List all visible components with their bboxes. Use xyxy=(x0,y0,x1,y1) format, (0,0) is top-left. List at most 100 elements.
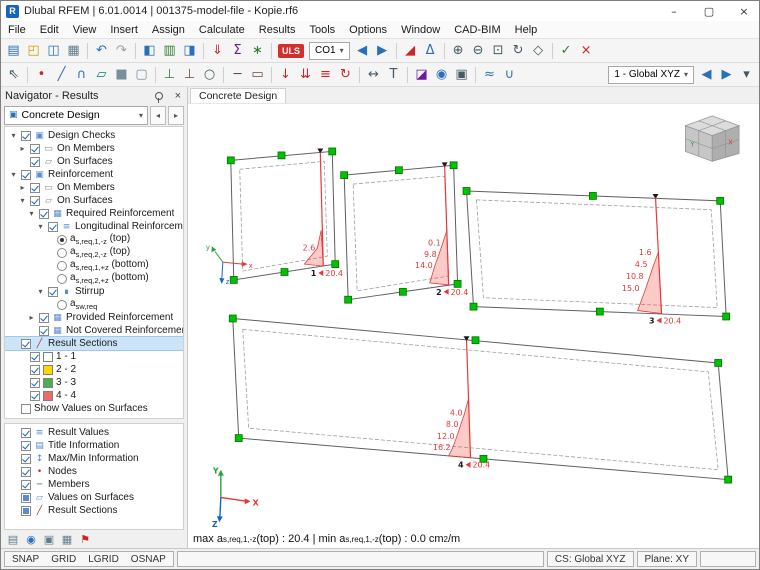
design-situation-select[interactable]: CO1▾ xyxy=(309,42,350,60)
tree-item-result-sections[interactable]: ╱Result Sections xyxy=(5,504,183,517)
show-results-icon[interactable]: ◢ xyxy=(401,41,420,60)
member-hinge-icon[interactable]: ○ xyxy=(200,65,219,84)
tree-item-provided-reinforcement[interactable]: ▸▦Provided Reinforcement xyxy=(5,311,183,324)
tree-item-a-s-req-1-z[interactable]: as,req,1,-z (top) xyxy=(5,233,183,246)
smoothing-icon[interactable]: ∪ xyxy=(500,65,519,84)
checkbox[interactable] xyxy=(21,131,31,141)
zoom-in-icon[interactable]: ⊕ xyxy=(449,41,468,60)
checkbox[interactable] xyxy=(30,391,40,401)
tree-item-not-covered-reinforcement[interactable]: ▦Not Covered Reinforcement xyxy=(5,324,183,337)
results-type-select[interactable]: ▣ Concrete Design ▾ xyxy=(4,106,148,125)
wall-panel-3[interactable] xyxy=(467,191,727,317)
previous-result-type-icon[interactable]: ◂ xyxy=(150,106,166,125)
expander-icon[interactable]: ▸ xyxy=(18,144,27,153)
marker-flag-icon[interactable]: ⚑ xyxy=(77,532,93,547)
calculate-all-icon[interactable]: ∗ xyxy=(248,41,267,60)
checkbox[interactable] xyxy=(48,287,58,297)
checkbox[interactable] xyxy=(21,441,31,451)
navigator-close-icon[interactable]: × xyxy=(173,90,183,102)
tree-item-show-values-on-surfaces[interactable]: Show Values on Surfaces xyxy=(5,402,183,415)
maximize-button[interactable]: ▢ xyxy=(694,1,724,21)
menu-results[interactable]: Results xyxy=(252,21,303,38)
previous-view-icon[interactable]: ◀ xyxy=(697,65,716,84)
area-load-icon[interactable]: ≡ xyxy=(316,65,335,84)
checkbox[interactable] xyxy=(30,196,40,206)
tree-item-a-s-req-1-z[interactable]: as,req,1,+z (bottom) xyxy=(5,259,183,272)
rotate-view-icon[interactable]: ↻ xyxy=(509,41,528,60)
toggle-snap[interactable]: SNAP xyxy=(12,554,39,565)
expander-icon[interactable]: ▸ xyxy=(27,313,36,322)
edit-pointer-icon[interactable]: ⇖ xyxy=(4,65,23,84)
solid-icon[interactable]: ■ xyxy=(112,65,131,84)
tree-item-on-surfaces[interactable]: ▾▱On Surfaces xyxy=(5,194,183,207)
result-values-icon[interactable]: Δ xyxy=(421,41,440,60)
menu-tools[interactable]: Tools xyxy=(302,21,342,38)
checkbox[interactable] xyxy=(30,157,40,167)
radio-button[interactable] xyxy=(57,300,67,310)
tree-item-stirrup[interactable]: ▾∎Stirrup xyxy=(5,285,183,298)
section-plane-icon[interactable]: ◪ xyxy=(412,65,431,84)
checkbox[interactable] xyxy=(21,170,31,180)
save-model-icon[interactable]: ◫ xyxy=(44,41,63,60)
tree-item-required-reinforcement[interactable]: ▾▦Required Reinforcement xyxy=(5,207,183,220)
close-button[interactable]: × xyxy=(729,1,759,21)
toggle-grid[interactable]: GRID xyxy=(51,554,76,565)
tree-item-values-on-surfaces[interactable]: ▱Values on Surfaces xyxy=(5,491,183,504)
checkbox[interactable] xyxy=(21,493,31,503)
expander-icon[interactable]: ▾ xyxy=(36,222,45,231)
new-model-icon[interactable]: ▤ xyxy=(4,41,23,60)
member-icon[interactable]: ─ xyxy=(228,65,247,84)
dimension-icon[interactable]: ↔ xyxy=(364,65,383,84)
visibility-icon[interactable]: ◉ xyxy=(432,65,451,84)
tree-item-title-information[interactable]: ▤Title Information xyxy=(5,439,183,452)
tree-item-longitudinal-reinforcement[interactable]: ▾≡Longitudinal Reinforcement xyxy=(5,220,183,233)
tree-item-3-3[interactable]: 3 - 3 xyxy=(5,376,183,389)
navigator-toggle-icon[interactable]: ◧ xyxy=(140,41,159,60)
tree-item-on-surfaces[interactable]: ▱On Surfaces xyxy=(5,155,183,168)
tree-item-2-2[interactable]: 2 - 2 xyxy=(5,363,183,376)
menu-view[interactable]: View xyxy=(66,21,104,38)
radio-button[interactable] xyxy=(57,248,67,258)
previous-loading-icon[interactable]: ◀ xyxy=(353,41,372,60)
checkbox[interactable] xyxy=(21,404,31,414)
checkbox[interactable] xyxy=(30,352,40,362)
radio-button[interactable] xyxy=(57,261,67,271)
menu-edit[interactable]: Edit xyxy=(33,21,66,38)
tree-item-a-sw-req[interactable]: asw,req xyxy=(5,298,183,311)
moment-load-icon[interactable]: ↻ xyxy=(336,65,355,84)
checkbox[interactable] xyxy=(21,480,31,490)
display-properties-icon[interactable]: ▤ xyxy=(5,532,21,547)
model-canvas[interactable]: 2.6 1 20.4 0.1 9.8 14.0 2 xyxy=(188,104,759,530)
toggle-lgrid[interactable]: LGRID xyxy=(88,554,119,565)
checkbox[interactable] xyxy=(39,326,49,336)
next-view-icon[interactable]: ▶ xyxy=(717,65,736,84)
nodal-load-icon[interactable]: ↓ xyxy=(276,65,295,84)
visibility-eye-icon[interactable]: ◉ xyxy=(23,532,39,547)
zoom-window-icon[interactable]: ⊡ xyxy=(489,41,508,60)
opening-icon[interactable]: ▢ xyxy=(132,65,151,84)
tree-item-on-members[interactable]: ▸▭On Members xyxy=(5,142,183,155)
next-loading-icon[interactable]: ▶ xyxy=(373,41,392,60)
line-support-icon[interactable]: ⊥ xyxy=(180,65,199,84)
tree-item-nodes[interactable]: •Nodes xyxy=(5,465,183,478)
text-annotation-icon[interactable]: T xyxy=(384,65,403,84)
result-diagram-icon[interactable]: ≈ xyxy=(480,65,499,84)
panel-toggle-icon[interactable]: ◨ xyxy=(180,41,199,60)
status-plane-field[interactable]: Plane: XY xyxy=(637,551,697,567)
radio-button[interactable] xyxy=(57,274,67,284)
snapshot-camera-icon[interactable]: ▣ xyxy=(41,532,57,547)
menu-calculate[interactable]: Calculate xyxy=(192,21,252,38)
checkbox[interactable] xyxy=(21,339,31,349)
checkbox[interactable] xyxy=(21,467,31,477)
load-combinations-icon[interactable]: Σ xyxy=(228,41,247,60)
line-load-icon[interactable]: ⇊ xyxy=(296,65,315,84)
tree-item-design-checks[interactable]: ▾▣Design Checks xyxy=(5,129,183,142)
tree-item-max-min-information[interactable]: ↕Max/Min Information xyxy=(5,452,183,465)
surface-icon[interactable]: ▱ xyxy=(92,65,111,84)
load-cases-icon[interactable]: ⇓ xyxy=(208,41,227,60)
redo-icon[interactable]: ↷ xyxy=(112,41,131,60)
rib-icon[interactable]: ▭ xyxy=(248,65,267,84)
checkbox[interactable] xyxy=(21,428,31,438)
zoom-out-icon[interactable]: ⊖ xyxy=(469,41,488,60)
checkbox[interactable] xyxy=(30,365,40,375)
